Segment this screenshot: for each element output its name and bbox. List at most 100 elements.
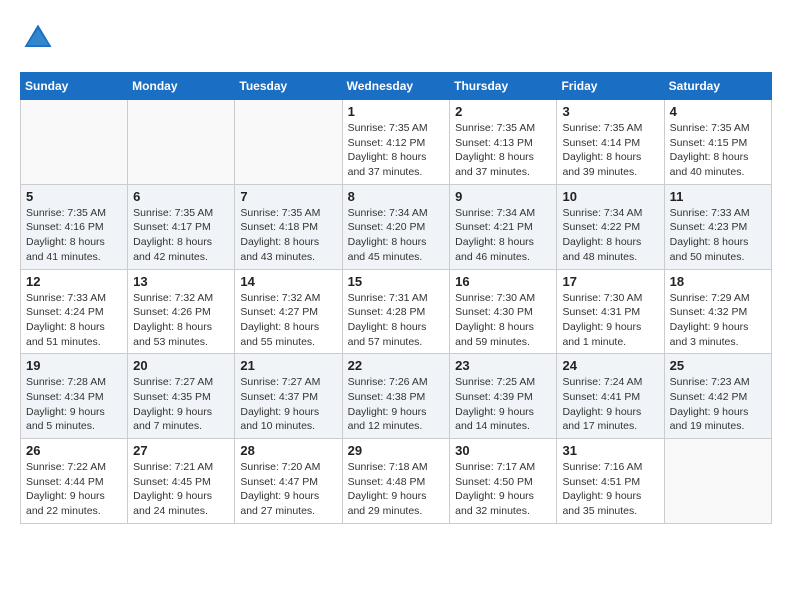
calendar-cell: 9 Sunrise: 7:34 AM Sunset: 4:21 PM Daylig…: [450, 184, 557, 269]
day-number: 1: [348, 104, 445, 119]
day-info: Sunrise: 7:35 AM Sunset: 4:12 PM Dayligh…: [348, 121, 445, 180]
day-number: 7: [240, 189, 336, 204]
calendar-cell: 8 Sunrise: 7:34 AM Sunset: 4:20 PM Daylig…: [342, 184, 450, 269]
day-info: Sunrise: 7:35 AM Sunset: 4:18 PM Dayligh…: [240, 206, 336, 265]
calendar-cell: 21 Sunrise: 7:27 AM Sunset: 4:37 PM Dayli…: [235, 354, 342, 439]
calendar-cell: 19 Sunrise: 7:28 AM Sunset: 4:34 PM Dayli…: [21, 354, 128, 439]
calendar-cell: 2 Sunrise: 7:35 AM Sunset: 4:13 PM Daylig…: [450, 100, 557, 185]
weekday-header-wednesday: Wednesday: [342, 73, 450, 100]
day-info: Sunrise: 7:34 AM Sunset: 4:21 PM Dayligh…: [455, 206, 551, 265]
day-info: Sunrise: 7:31 AM Sunset: 4:28 PM Dayligh…: [348, 291, 445, 350]
day-info: Sunrise: 7:34 AM Sunset: 4:22 PM Dayligh…: [562, 206, 658, 265]
weekday-header-tuesday: Tuesday: [235, 73, 342, 100]
calendar-cell: [235, 100, 342, 185]
day-number: 15: [348, 274, 445, 289]
day-info: Sunrise: 7:35 AM Sunset: 4:15 PM Dayligh…: [670, 121, 766, 180]
day-info: Sunrise: 7:17 AM Sunset: 4:50 PM Dayligh…: [455, 460, 551, 519]
calendar-cell: 13Sunrise: 7:32 AM Sunset: 4:26 PM Dayli…: [128, 269, 235, 354]
weekday-header-thursday: Thursday: [450, 73, 557, 100]
calendar-cell: [128, 100, 235, 185]
day-number: 6: [133, 189, 229, 204]
calendar-cell: 20Sunrise: 7:27 AM Sunset: 4:35 PM Dayli…: [128, 354, 235, 439]
day-number: 8: [348, 189, 445, 204]
calendar-table: SundayMondayTuesdayWednesdayThursdayFrid…: [20, 72, 772, 524]
day-number: 2: [455, 104, 551, 119]
calendar-cell: 17 Sunrise: 7:30 AM Sunset: 4:31 PM Dayli…: [557, 269, 664, 354]
weekday-header-friday: Friday: [557, 73, 664, 100]
day-number: 22: [348, 358, 445, 373]
calendar-cell: 14 Sunrise: 7:32 AM Sunset: 4:27 PM Dayli…: [235, 269, 342, 354]
calendar-cell: 1 Sunrise: 7:35 AM Sunset: 4:12 PM Daylig…: [342, 100, 450, 185]
day-number: 30: [455, 443, 551, 458]
day-info: Sunrise: 7:21 AM Sunset: 4:45 PM Dayligh…: [133, 460, 229, 519]
calendar-cell: 28 Sunrise: 7:20 AM Sunset: 4:47 PM Dayli…: [235, 439, 342, 524]
day-info: Sunrise: 7:18 AM Sunset: 4:48 PM Dayligh…: [348, 460, 445, 519]
calendar-cell: 15 Sunrise: 7:31 AM Sunset: 4:28 PM Dayli…: [342, 269, 450, 354]
calendar-cell: 30 Sunrise: 7:17 AM Sunset: 4:50 PM Dayli…: [450, 439, 557, 524]
calendar-cell: 12 Sunrise: 7:33 AM Sunset: 4:24 PM Dayli…: [21, 269, 128, 354]
calendar-cell: 5 Sunrise: 7:35 AM Sunset: 4:16 PM Daylig…: [21, 184, 128, 269]
calendar-cell: 6 Sunrise: 7:35 AM Sunset: 4:17 PM Daylig…: [128, 184, 235, 269]
day-number: 29: [348, 443, 445, 458]
day-info: Sunrise: 7:30 AM Sunset: 4:31 PM Dayligh…: [562, 291, 658, 350]
day-info: Sunrise: 7:24 AM Sunset: 4:41 PM Dayligh…: [562, 375, 658, 434]
day-info: Sunrise: 7:35 AM Sunset: 4:16 PM Dayligh…: [26, 206, 122, 265]
day-number: 27: [133, 443, 229, 458]
day-number: 28: [240, 443, 336, 458]
day-info: Sunrise: 7:32 AM Sunset: 4:27 PM Dayligh…: [240, 291, 336, 350]
day-number: 4: [670, 104, 766, 119]
calendar-header-row: SundayMondayTuesdayWednesdayThursdayFrid…: [21, 73, 772, 100]
day-number: 12: [26, 274, 122, 289]
day-info: Sunrise: 7:23 AM Sunset: 4:42 PM Dayligh…: [670, 375, 766, 434]
day-info: Sunrise: 7:16 AM Sunset: 4:51 PM Dayligh…: [562, 460, 658, 519]
day-info: Sunrise: 7:26 AM Sunset: 4:38 PM Dayligh…: [348, 375, 445, 434]
calendar-cell: 7 Sunrise: 7:35 AM Sunset: 4:18 PM Daylig…: [235, 184, 342, 269]
calendar-cell: [21, 100, 128, 185]
calendar-cell: 26Sunrise: 7:22 AM Sunset: 4:44 PM Dayli…: [21, 439, 128, 524]
day-info: Sunrise: 7:35 AM Sunset: 4:13 PM Dayligh…: [455, 121, 551, 180]
day-number: 14: [240, 274, 336, 289]
day-info: Sunrise: 7:20 AM Sunset: 4:47 PM Dayligh…: [240, 460, 336, 519]
logo: [20, 20, 60, 56]
day-number: 25: [670, 358, 766, 373]
calendar-cell: 4 Sunrise: 7:35 AM Sunset: 4:15 PM Daylig…: [664, 100, 771, 185]
day-number: 31: [562, 443, 658, 458]
day-info: Sunrise: 7:28 AM Sunset: 4:34 PM Dayligh…: [26, 375, 122, 434]
day-info: Sunrise: 7:32 AM Sunset: 4:26 PM Dayligh…: [133, 291, 229, 350]
day-info: Sunrise: 7:34 AM Sunset: 4:20 PM Dayligh…: [348, 206, 445, 265]
day-number: 10: [562, 189, 658, 204]
day-info: Sunrise: 7:27 AM Sunset: 4:37 PM Dayligh…: [240, 375, 336, 434]
day-number: 21: [240, 358, 336, 373]
weekday-header-sunday: Sunday: [21, 73, 128, 100]
day-number: 9: [455, 189, 551, 204]
day-number: 3: [562, 104, 658, 119]
calendar-cell: 24 Sunrise: 7:24 AM Sunset: 4:41 PM Dayli…: [557, 354, 664, 439]
calendar-cell: 25 Sunrise: 7:23 AM Sunset: 4:42 PM Dayli…: [664, 354, 771, 439]
calendar-cell: 22 Sunrise: 7:26 AM Sunset: 4:38 PM Dayli…: [342, 354, 450, 439]
day-number: 5: [26, 189, 122, 204]
day-info: Sunrise: 7:30 AM Sunset: 4:30 PM Dayligh…: [455, 291, 551, 350]
day-info: Sunrise: 7:29 AM Sunset: 4:32 PM Dayligh…: [670, 291, 766, 350]
day-number: 26: [26, 443, 122, 458]
day-info: Sunrise: 7:35 AM Sunset: 4:17 PM Dayligh…: [133, 206, 229, 265]
calendar-cell: [664, 439, 771, 524]
page-header: [20, 20, 772, 56]
calendar-cell: 10 Sunrise: 7:34 AM Sunset: 4:22 PM Dayli…: [557, 184, 664, 269]
calendar-cell: 27 Sunrise: 7:21 AM Sunset: 4:45 PM Dayli…: [128, 439, 235, 524]
logo-icon: [20, 20, 56, 56]
day-number: 16: [455, 274, 551, 289]
day-number: 17: [562, 274, 658, 289]
calendar-week-row: 5 Sunrise: 7:35 AM Sunset: 4:16 PM Daylig…: [21, 184, 772, 269]
day-info: Sunrise: 7:33 AM Sunset: 4:24 PM Dayligh…: [26, 291, 122, 350]
day-number: 19: [26, 358, 122, 373]
calendar-cell: 29 Sunrise: 7:18 AM Sunset: 4:48 PM Dayli…: [342, 439, 450, 524]
weekday-header-monday: Monday: [128, 73, 235, 100]
calendar-week-row: 12 Sunrise: 7:33 AM Sunset: 4:24 PM Dayli…: [21, 269, 772, 354]
day-number: 24: [562, 358, 658, 373]
calendar-week-row: 19 Sunrise: 7:28 AM Sunset: 4:34 PM Dayli…: [21, 354, 772, 439]
calendar-cell: 18Sunrise: 7:29 AM Sunset: 4:32 PM Dayli…: [664, 269, 771, 354]
calendar-cell: 16 Sunrise: 7:30 AM Sunset: 4:30 PM Dayli…: [450, 269, 557, 354]
day-info: Sunrise: 7:33 AM Sunset: 4:23 PM Dayligh…: [670, 206, 766, 265]
day-info: Sunrise: 7:27 AM Sunset: 4:35 PM Dayligh…: [133, 375, 229, 434]
calendar-cell: 23Sunrise: 7:25 AM Sunset: 4:39 PM Dayli…: [450, 354, 557, 439]
